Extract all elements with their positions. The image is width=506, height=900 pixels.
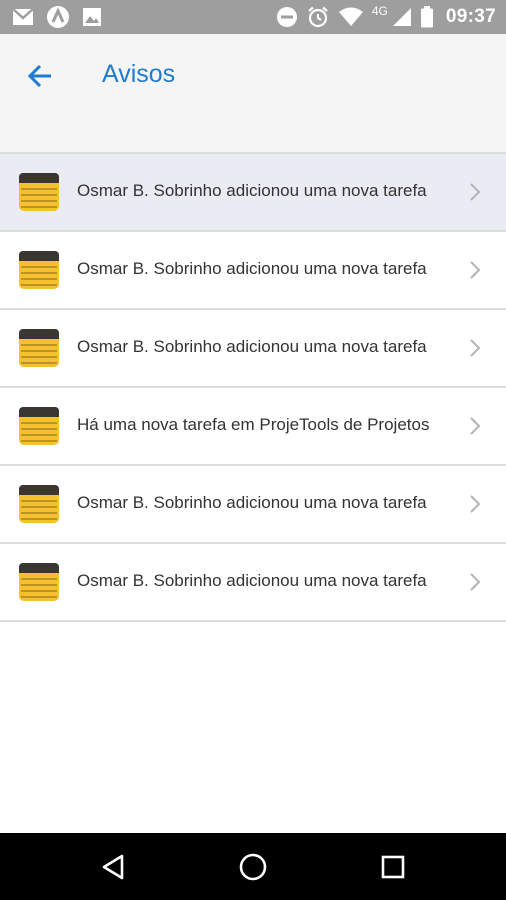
notification-item[interactable]: Osmar B. Sobrinho adicionou uma nova tar…: [0, 232, 506, 310]
status-bar: 4G 09:37: [0, 0, 506, 34]
status-time: 09:37: [445, 6, 496, 27]
gmail-icon: [12, 8, 34, 26]
notepad-icon: [19, 407, 59, 445]
chevron-right-icon: [470, 417, 481, 435]
chevron-right-icon: [470, 183, 481, 201]
notification-text: Há uma nova tarefa em ProjeTools de Proj…: [77, 415, 430, 434]
notification-item[interactable]: Osmar B. Sobrinho adicionou uma nova tar…: [0, 154, 506, 232]
notification-text: Osmar B. Sobrinho adicionou uma nova tar…: [77, 259, 427, 278]
home-circle-icon: [239, 853, 267, 881]
nav-back-button[interactable]: [93, 847, 133, 887]
notifications-list: Osmar B. Sobrinho adicionou uma nova tar…: [0, 154, 506, 622]
notepad-icon: [19, 485, 59, 523]
notepad-icon: [19, 251, 59, 289]
notification-item[interactable]: Há uma nova tarefa em ProjeTools de Proj…: [0, 388, 506, 466]
back-button[interactable]: [22, 58, 58, 94]
wifi-icon: [338, 7, 364, 27]
notification-text: Osmar B. Sobrinho adicionou uma nova tar…: [77, 337, 427, 356]
nav-recents-button[interactable]: [373, 847, 413, 887]
chevron-right-icon: [470, 573, 481, 591]
status-bar-left: [12, 5, 114, 29]
signal-icon: [392, 7, 412, 27]
arrow-left-icon: [27, 64, 51, 88]
app-bar: Avisos: [0, 34, 506, 154]
chevron-right-icon: [470, 261, 481, 279]
notification-item[interactable]: Osmar B. Sobrinho adicionou uma nova tar…: [0, 310, 506, 388]
back-triangle-icon: [102, 854, 124, 880]
nav-home-button[interactable]: [233, 847, 273, 887]
notification-text: Osmar B. Sobrinho adicionou uma nova tar…: [77, 181, 427, 200]
image-icon: [82, 7, 102, 27]
chevron-right-icon: [470, 495, 481, 513]
notification-item[interactable]: Osmar B. Sobrinho adicionou uma nova tar…: [0, 466, 506, 544]
alarm-icon: [306, 5, 330, 29]
notepad-icon: [19, 563, 59, 601]
system-nav-bar: [0, 833, 506, 900]
app-icon: [46, 5, 70, 29]
notepad-icon: [19, 173, 59, 211]
notification-item[interactable]: Osmar B. Sobrinho adicionou uma nova tar…: [0, 544, 506, 622]
network-type-label: 4G: [371, 4, 388, 18]
do-not-disturb-icon: [276, 6, 298, 28]
notepad-icon: [19, 329, 59, 367]
recents-square-icon: [381, 855, 405, 879]
chevron-right-icon: [470, 339, 481, 357]
notification-text: Osmar B. Sobrinho adicionou uma nova tar…: [77, 493, 427, 512]
battery-icon: [420, 6, 434, 28]
status-bar-right: 4G 09:37: [268, 4, 496, 29]
notification-text: Osmar B. Sobrinho adicionou uma nova tar…: [77, 571, 427, 590]
page-title: Avisos: [102, 60, 176, 88]
